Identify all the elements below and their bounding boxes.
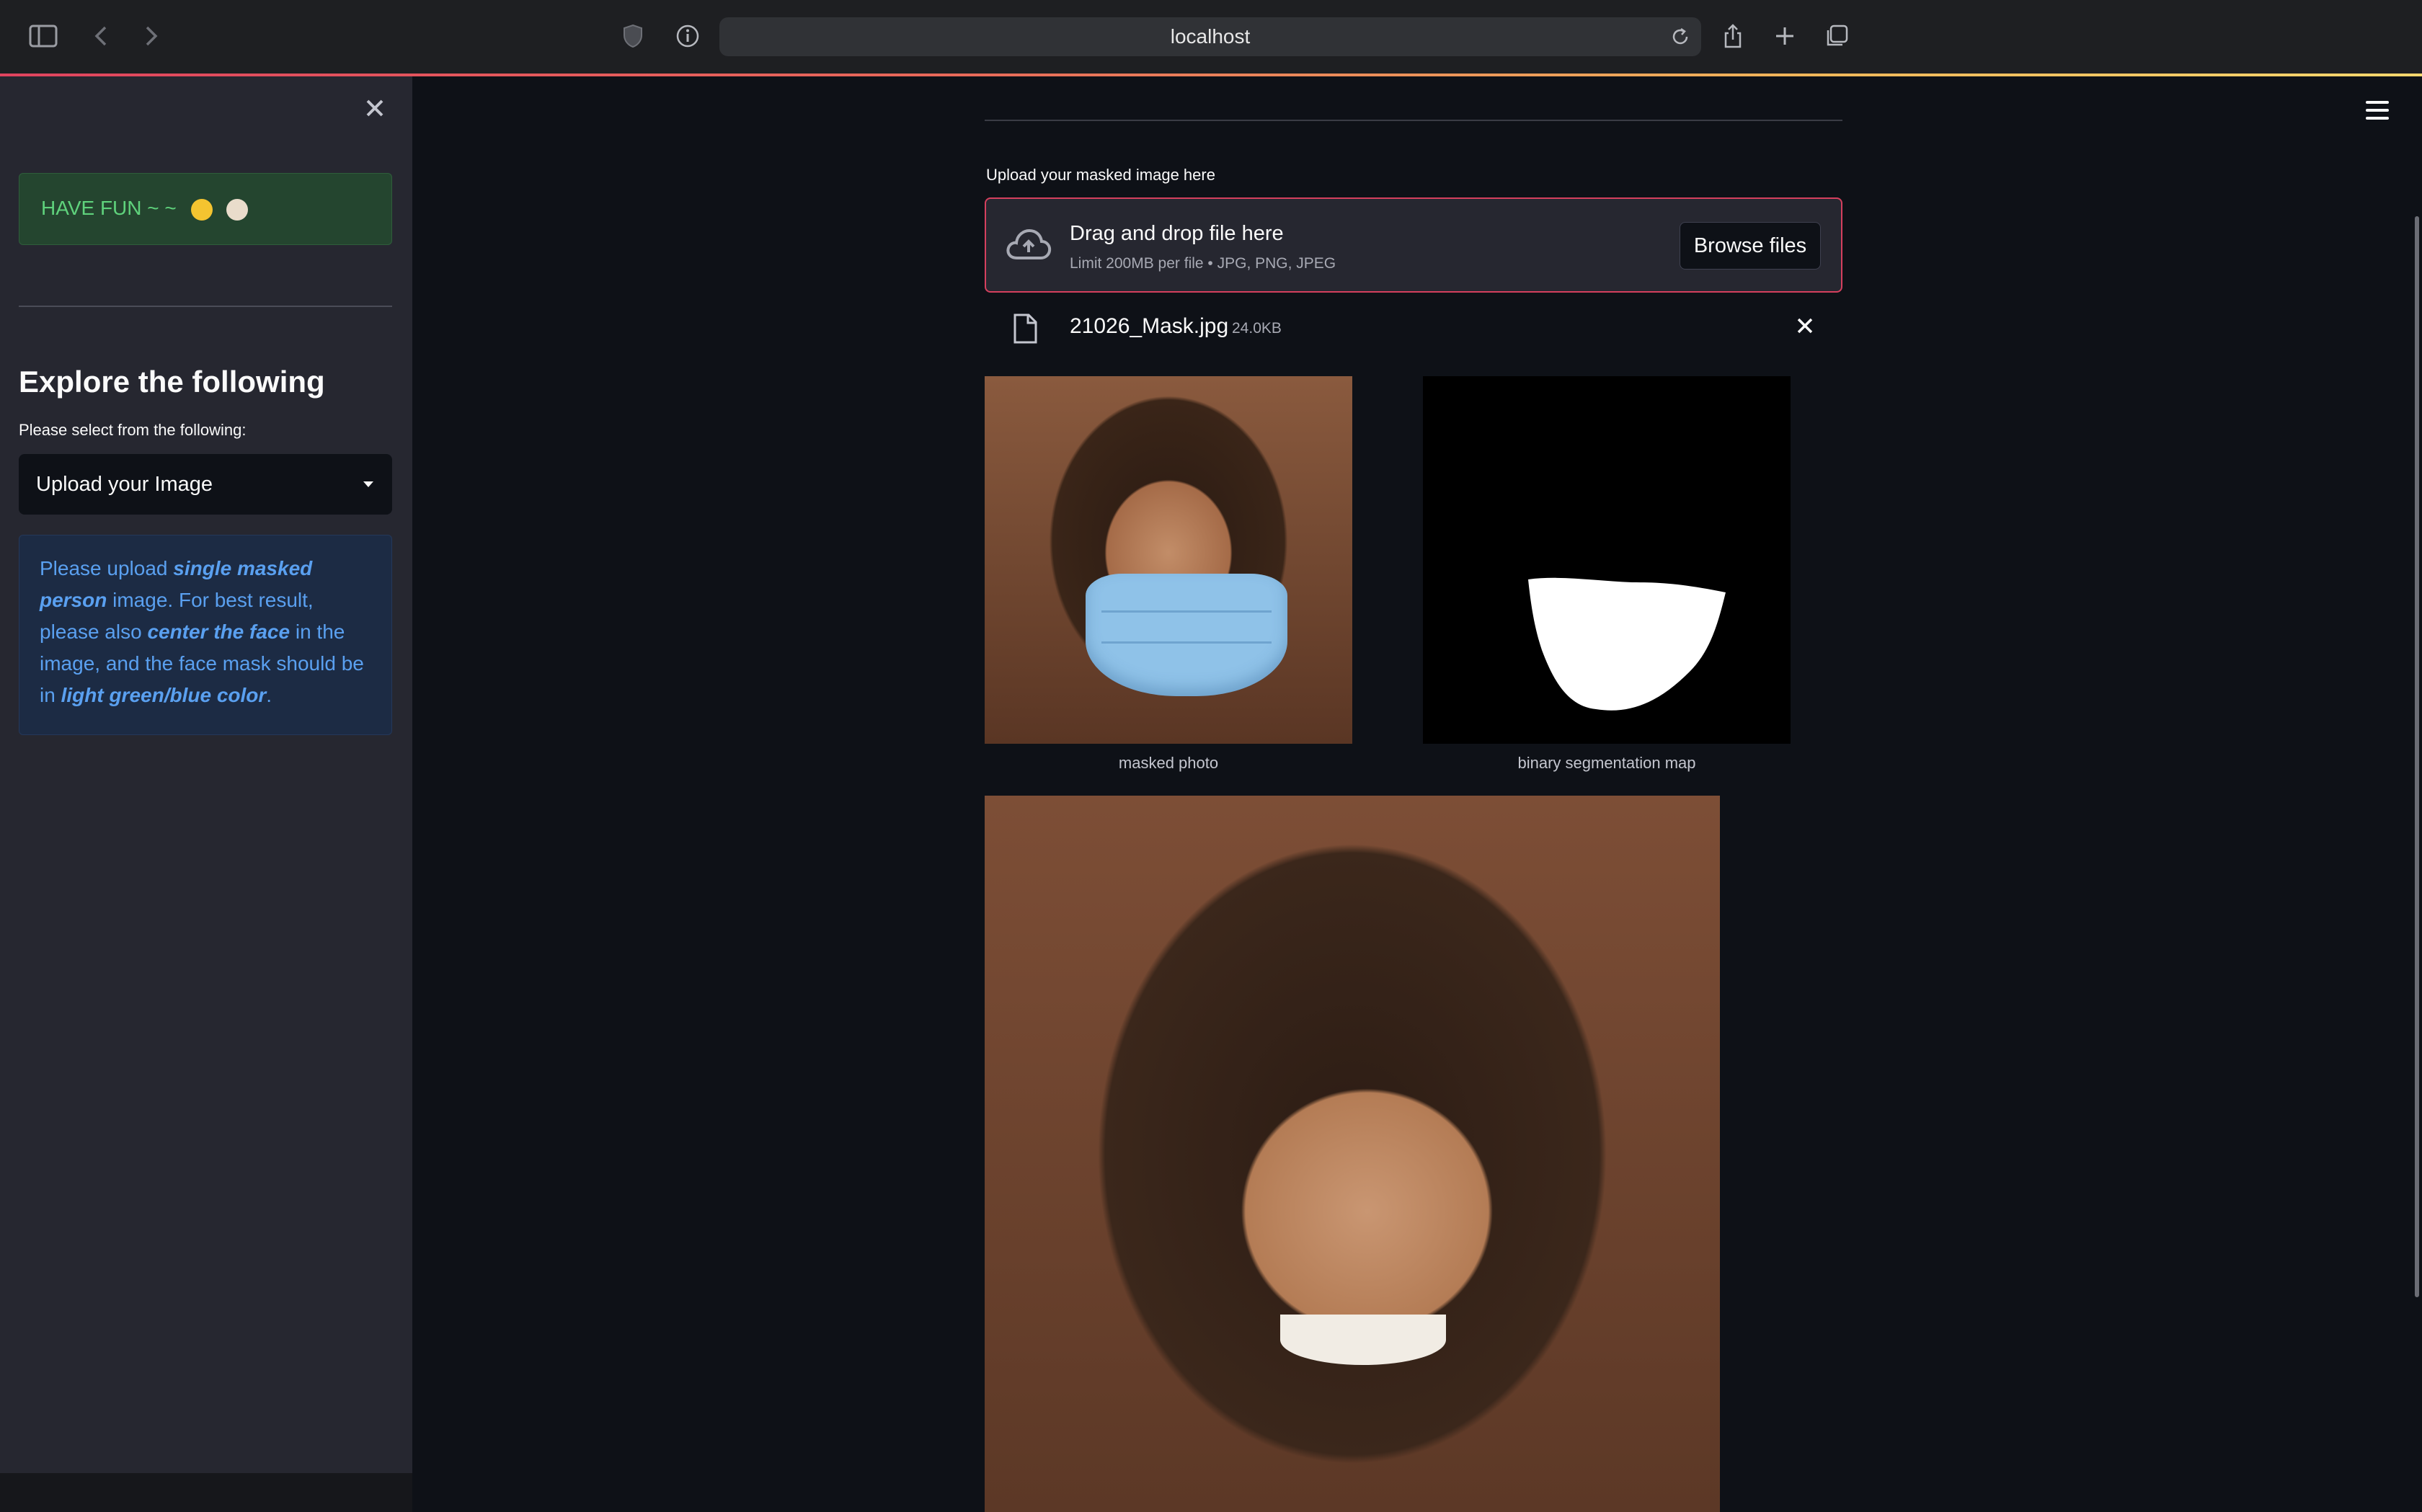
file-size: 24.0KB bbox=[1232, 320, 1282, 337]
result-face-image bbox=[985, 796, 1720, 1512]
back-icon[interactable] bbox=[84, 19, 118, 53]
page-scrollbar[interactable] bbox=[2415, 216, 2419, 1297]
tabs-overview-icon[interactable] bbox=[1819, 19, 1854, 53]
masked-photo-image bbox=[985, 376, 1352, 744]
main-divider bbox=[985, 120, 1842, 121]
sidebar bbox=[0, 76, 412, 1473]
forward-icon[interactable] bbox=[134, 19, 169, 53]
remove-file-icon[interactable] bbox=[1795, 316, 1815, 336]
info-alert: Please upload single masked person image… bbox=[19, 535, 392, 735]
address-bar[interactable]: localhost bbox=[719, 17, 1701, 56]
uploader-label: Upload your masked image here bbox=[986, 166, 1215, 184]
url-text: localhost bbox=[1170, 25, 1251, 48]
chevron-down-icon bbox=[363, 481, 373, 487]
dog-emoji-icon bbox=[226, 198, 249, 221]
uploaded-file-row: 21026_Mask.jpg 24.0KB bbox=[985, 303, 1842, 353]
face-mask-shape bbox=[1086, 574, 1287, 696]
privacy-shield-icon[interactable] bbox=[616, 19, 650, 53]
select-label: Please select from the following: bbox=[19, 421, 247, 439]
select-value: Upload your Image bbox=[36, 473, 213, 496]
window-bottom-strip bbox=[0, 1473, 412, 1512]
success-alert: HAVE FUN ~ ~ bbox=[19, 173, 392, 245]
mode-select[interactable]: Upload your Image bbox=[19, 454, 392, 515]
sidebar-divider bbox=[19, 306, 392, 307]
sidebar-toggle-icon[interactable] bbox=[26, 19, 61, 53]
smile-shape bbox=[1280, 1315, 1446, 1365]
hamburger-menu-icon[interactable] bbox=[2366, 101, 2389, 121]
cloud-upload-icon bbox=[1005, 226, 1052, 264]
sidebar-heading: Explore the following bbox=[19, 365, 325, 399]
reload-icon[interactable] bbox=[1669, 26, 1691, 48]
dropzone-title: Drag and drop file here bbox=[1070, 222, 1284, 245]
segmentation-map-image bbox=[1423, 376, 1791, 744]
browse-files-button[interactable]: Browse files bbox=[1680, 222, 1821, 270]
info-icon[interactable] bbox=[670, 19, 705, 53]
file-dropzone[interactable]: Drag and drop file here Limit 200MB per … bbox=[985, 197, 1842, 293]
segmentation-map-caption: binary segmentation map bbox=[1517, 754, 1696, 772]
new-tab-icon[interactable] bbox=[1767, 19, 1802, 53]
info-text: Please upload single masked person image… bbox=[40, 557, 364, 706]
file-name: 21026_Mask.jpg bbox=[1070, 314, 1229, 338]
fun-text: HAVE FUN ~ ~ bbox=[41, 197, 177, 219]
masked-photo-caption: masked photo bbox=[1118, 754, 1219, 772]
file-icon bbox=[1012, 313, 1038, 344]
dropzone-limit: Limit 200MB per file • JPG, PNG, JPEG bbox=[1070, 255, 1336, 272]
share-icon[interactable] bbox=[1716, 19, 1750, 53]
close-sidebar-icon[interactable] bbox=[362, 95, 388, 121]
cat-emoji-icon bbox=[190, 198, 213, 221]
browser-toolbar: localhost bbox=[0, 0, 2422, 75]
